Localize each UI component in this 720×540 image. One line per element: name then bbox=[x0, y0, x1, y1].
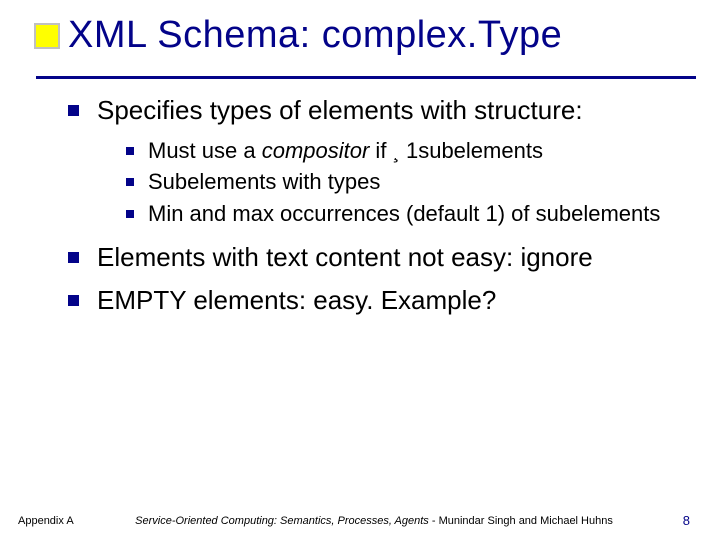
slide-body: Specifies types of elements with structu… bbox=[68, 94, 680, 326]
slide-footer: Appendix A Service-Oriented Computing: S… bbox=[18, 513, 690, 528]
footer-left: Appendix A bbox=[18, 515, 98, 527]
footer-authors: - Munindar Singh and Michael Huhns bbox=[429, 515, 613, 527]
square-bullet-icon bbox=[68, 105, 79, 116]
bullet-text: Subelements with types bbox=[148, 168, 680, 196]
bullet-text: Must use a compositor if ¸ 1subelements bbox=[148, 137, 680, 165]
title-decoration-icon bbox=[36, 25, 58, 47]
bullet-level1: EMPTY elements: easy. Example? bbox=[68, 284, 680, 317]
text-fragment: if ¸ 1subelements bbox=[369, 138, 543, 163]
bullet-text: Min and max occurrences (default 1) of s… bbox=[148, 200, 680, 228]
square-bullet-icon bbox=[126, 178, 134, 186]
bullet-level2: Must use a compositor if ¸ 1subelements bbox=[126, 137, 680, 165]
page-number: 8 bbox=[650, 513, 690, 528]
square-bullet-icon bbox=[68, 295, 79, 306]
title-row: XML Schema: complex.Type bbox=[36, 14, 700, 57]
bullet-text: Elements with text content not easy: ign… bbox=[97, 241, 680, 274]
sub-bullet-group: Must use a compositor if ¸ 1subelements … bbox=[126, 137, 680, 228]
bullet-level2: Min and max occurrences (default 1) of s… bbox=[126, 200, 680, 228]
bullet-level1: Elements with text content not easy: ign… bbox=[68, 241, 680, 274]
title-underline bbox=[36, 76, 696, 79]
text-fragment: Must use a bbox=[148, 138, 262, 163]
slide-title: XML Schema: complex.Type bbox=[68, 14, 562, 57]
emphasized-text: compositor bbox=[262, 138, 370, 163]
slide: XML Schema: complex.Type Specifies types… bbox=[0, 0, 720, 540]
bullet-level1: Specifies types of elements with structu… bbox=[68, 94, 680, 127]
bullet-level2: Subelements with types bbox=[126, 168, 680, 196]
square-bullet-icon bbox=[126, 210, 134, 218]
footer-center: Service-Oriented Computing: Semantics, P… bbox=[98, 515, 650, 527]
bullet-text: Specifies types of elements with structu… bbox=[97, 94, 680, 127]
footer-book-title: Service-Oriented Computing: Semantics, P… bbox=[135, 515, 429, 527]
square-bullet-icon bbox=[68, 252, 79, 263]
square-bullet-icon bbox=[126, 147, 134, 155]
bullet-text: EMPTY elements: easy. Example? bbox=[97, 284, 680, 317]
